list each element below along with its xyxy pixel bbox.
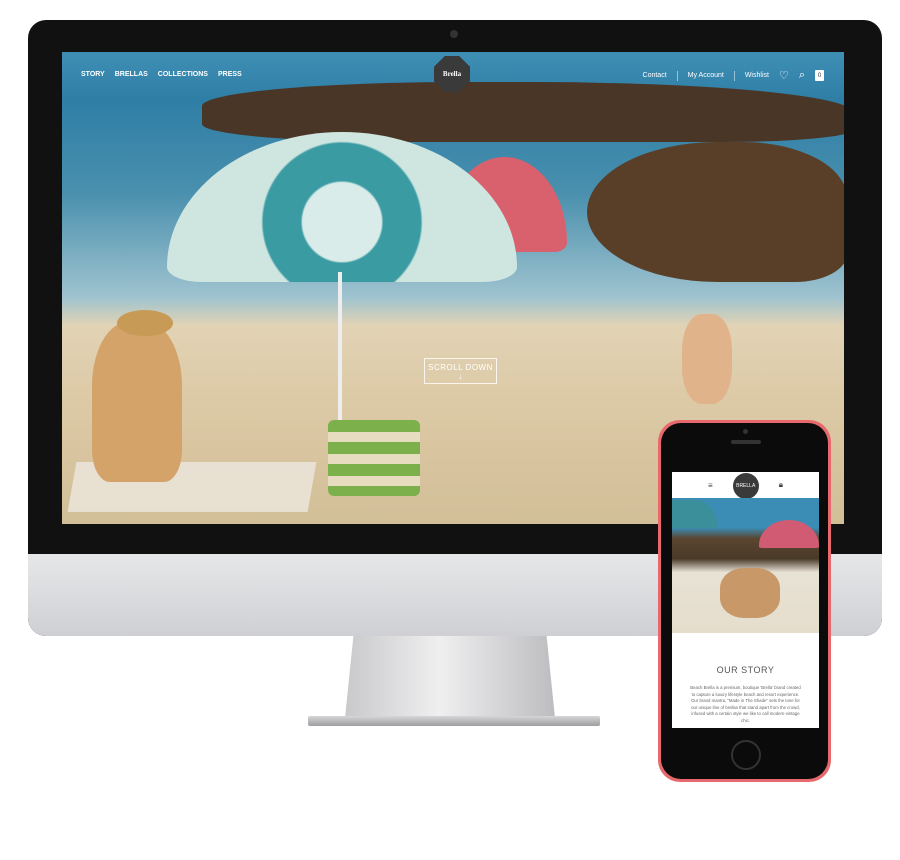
our-story-text: Beach Brella is a premium, boutique 'Bre… — [690, 685, 801, 723]
nav-story[interactable]: STORY — [81, 71, 105, 78]
nav-press[interactable]: PRESS — [218, 71, 242, 78]
teal-umbrella — [167, 132, 517, 282]
nav-wishlist[interactable]: Wishlist — [745, 72, 769, 79]
iphone: ≡ BRELLA 🔒︎ OUR STORY Beach Brella is a … — [658, 420, 831, 782]
cart-icon[interactable]: 🔒︎ — [779, 480, 783, 490]
phone-speaker — [731, 440, 761, 444]
divider — [676, 70, 678, 81]
cart-icon[interactable]: 0 — [815, 70, 824, 81]
mobile-site: ≡ BRELLA 🔒︎ OUR STORY Beach Brella is a … — [672, 472, 819, 728]
nav-brellas[interactable]: BRELLAS — [115, 71, 148, 78]
girl-figure — [682, 314, 732, 404]
site-nav: STORY BRELLAS COLLECTIONS PRESS Brella C… — [62, 52, 844, 96]
mobile-header: ≡ BRELLA 🔒︎ — [672, 472, 819, 499]
teal-umbrella — [672, 500, 717, 528]
monitor-stand — [345, 636, 555, 718]
beach-bag — [328, 420, 420, 496]
pink-umbrella — [759, 520, 819, 548]
home-button[interactable] — [731, 740, 761, 770]
mobile-logo[interactable]: BRELLA — [732, 473, 759, 499]
heart-icon[interactable]: ♡ — [779, 69, 789, 82]
mother-child-figure — [720, 568, 780, 618]
arrow-down-icon: ↓ — [458, 372, 463, 381]
rocks — [587, 142, 844, 282]
scroll-down-button[interactable]: SCROLL DOWN ↓ — [424, 358, 497, 384]
nav-contact[interactable]: Contact — [643, 72, 667, 79]
webcam — [450, 30, 458, 38]
menu-icon[interactable]: ≡ — [708, 481, 713, 490]
phone-camera — [743, 429, 748, 434]
mobile-hero-image — [672, 498, 819, 633]
woman-figure — [92, 322, 182, 482]
scroll-label: SCROLL DOWN — [428, 363, 493, 372]
nav-my-account[interactable]: My Account — [688, 72, 724, 79]
brand-logo[interactable]: Brella — [434, 56, 470, 92]
search-icon[interactable]: ⌕ — [799, 69, 805, 82]
nav-collections[interactable]: COLLECTIONS — [158, 71, 208, 78]
our-story-title: OUR STORY — [716, 665, 775, 675]
monitor-foot — [308, 716, 600, 726]
hat — [117, 310, 173, 336]
divider — [733, 70, 735, 81]
